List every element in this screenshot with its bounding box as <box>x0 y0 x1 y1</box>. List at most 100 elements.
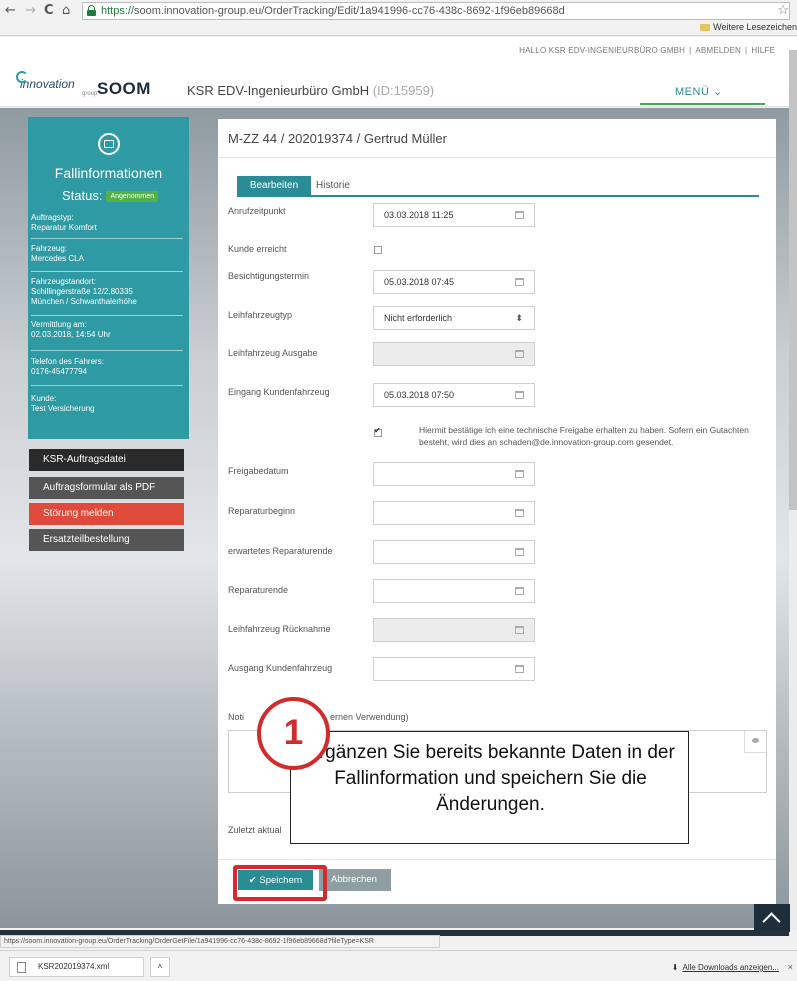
vehicle-arrival-label: Eingang Kundenfahrzeug <box>228 387 330 397</box>
calendar-icon[interactable] <box>515 548 524 556</box>
report-issue-button[interactable]: Störung melden <box>29 503 184 525</box>
calendar-icon[interactable] <box>515 391 524 399</box>
file-icon <box>17 962 26 973</box>
select-caret-icon: ⬍ <box>515 313 523 323</box>
loan-car-type-select[interactable]: Nicht erforderlich ⬍ <box>373 306 535 330</box>
notes-label-start: Noti <box>228 712 245 722</box>
repair-end-field[interactable] <box>373 579 535 603</box>
calendar-icon[interactable] <box>515 470 524 478</box>
status-bar-url: https://soom.innovation-group.eu/OrderTr… <box>0 935 440 948</box>
technical-release-text: Hiermit bestätige ich eine technische Fr… <box>419 425 749 447</box>
notes-label-end: ernen Verwendung) <box>330 712 409 722</box>
divider <box>31 315 183 316</box>
call-time-label: Anrufzeitpunkt <box>228 206 286 216</box>
expected-repair-end-label: erwartetes Reparaturende <box>228 546 333 556</box>
info-driver-phone: Telefon des Fahrers: 0176-45477794 <box>31 357 104 376</box>
call-time-field[interactable]: 03.03.2018 11:25 <box>373 203 535 227</box>
cancel-button[interactable]: Abbrechen <box>319 869 391 891</box>
logo-swirl-icon <box>16 71 28 83</box>
status-badge: Angenommen <box>106 191 159 203</box>
calendar-icon[interactable] <box>515 509 524 517</box>
loan-car-type-label: Leihfahrzeugtyp <box>228 310 293 320</box>
back-to-top-button[interactable] <box>754 904 790 932</box>
help-link[interactable]: HILFE <box>747 46 779 55</box>
customer-reached-label: Kunde erreicht <box>228 244 287 254</box>
last-updated-label: Zuletzt aktual <box>228 825 282 835</box>
repair-end-label: Reparaturende <box>228 585 289 595</box>
info-order-type: Auftragstyp: Reparatur Komfort <box>31 213 97 232</box>
page-title: M-ZZ 44 / 202019374 / Gertrud Müller <box>228 131 447 146</box>
menu-button[interactable]: MENÜ ⌄ <box>675 85 723 98</box>
release-date-field[interactable] <box>373 462 535 486</box>
vehicle-departure-label: Ausgang Kundenfahrzeug <box>228 663 333 673</box>
panel-title: Fallinformationen <box>54 165 163 181</box>
innovation-logo[interactable]: innovation group <box>16 71 97 97</box>
forward-button[interactable]: → <box>25 3 36 18</box>
lock-icon <box>87 5 96 16</box>
show-all-downloads-link[interactable]: ⬇ Alle Downloads anzeigen... <box>672 963 779 972</box>
save-highlight-frame <box>233 865 327 901</box>
vehicle-arrival-field[interactable]: 05.03.2018 07:50 <box>373 383 535 407</box>
download-bar: KSR202019374.xml ˄ ⬇ Alle Downloads anzei… <box>0 950 797 981</box>
calendar-icon <box>98 133 120 155</box>
info-customer: Kunde: Test Versicherung <box>31 394 95 413</box>
spare-parts-order-button[interactable]: Ersatzteilbestellung <box>29 529 184 551</box>
company-name: KSR EDV-Ingenieurbüro GmbH (ID:15959) <box>187 83 435 98</box>
download-item[interactable]: KSR202019374.xml ˄ <box>9 957 170 977</box>
tab-history[interactable]: Historie <box>316 180 350 191</box>
divider <box>31 385 183 386</box>
bookmark-star-icon[interactable]: ☆ <box>777 2 789 18</box>
home-button[interactable]: ⌂ <box>62 3 70 18</box>
app-header: HALLO KSR EDV-INGENIEURBÜRO GMBH | ABMELDE… <box>0 37 797 107</box>
technical-release-checkbox[interactable] <box>374 426 382 437</box>
customer-reached-checkbox[interactable] <box>374 246 382 254</box>
expected-repair-end-field[interactable] <box>373 540 535 564</box>
repair-start-label: Reparaturbeginn <box>228 506 296 516</box>
url-scheme: https:// <box>101 5 135 17</box>
calendar-icon <box>515 350 524 358</box>
download-menu-button[interactable]: ˄ <box>150 957 170 977</box>
divider <box>218 157 776 158</box>
instruction-text: Ergänzen Sie bereits bekannte Daten in d… <box>306 742 675 815</box>
loan-car-issue-field <box>373 342 535 366</box>
reload-button[interactable]: C <box>44 3 54 18</box>
case-info-panel: Fallinformationen Status: Angenommen Auft… <box>28 117 189 439</box>
back-button[interactable]: ← <box>5 3 16 18</box>
loan-car-issue-label: Leihfahrzeug Ausgabe <box>228 348 318 358</box>
calendar-icon[interactable] <box>515 587 524 595</box>
folder-icon <box>700 24 711 32</box>
divider <box>31 271 183 272</box>
order-form-pdf-button[interactable]: Auftragsformular als PDF <box>29 477 184 499</box>
inspection-date-label: Besichtigungstermin <box>228 271 310 281</box>
tab-underline <box>237 195 759 197</box>
page-scrollbar-thumb[interactable] <box>789 50 797 510</box>
menu-underline <box>640 103 765 105</box>
app-name: SOOM <box>97 79 151 98</box>
info-vehicle: Fahrzeug: Mercedes CLA <box>31 244 84 263</box>
address-bar[interactable]: https://soom.innovation-group.eu/OrderTr… <box>82 2 790 20</box>
divider <box>218 859 776 860</box>
download-arrow-icon: ⬇ <box>671 963 679 972</box>
tab-edit[interactable]: Bearbeiten <box>237 176 311 196</box>
info-vehicle-location: Fahrzeugstandort: Schillingerstraße 12/2,… <box>31 277 137 306</box>
bookmark-folder[interactable]: Weitere Lesezeichen <box>700 22 797 32</box>
calendar-icon[interactable] <box>515 211 524 219</box>
calendar-icon[interactable] <box>515 665 524 673</box>
url-path: soom.innovation-group.eu/OrderTracking/E… <box>134 5 565 17</box>
user-greeting: HALLO KSR EDV-INGENIEURBÜRO GMBH <box>519 46 686 55</box>
company-id: (ID:15959) <box>372 83 435 98</box>
status-line: Status: Angenommen <box>62 188 159 203</box>
ksr-order-file-button[interactable]: KSR-Auftragsdatei <box>29 449 184 471</box>
calendar-icon <box>515 626 524 634</box>
instruction-callout: Ergänzen Sie bereits bekannte Daten in d… <box>290 731 689 844</box>
comment-icon <box>744 731 766 753</box>
calendar-icon[interactable] <box>515 278 524 286</box>
vehicle-departure-field[interactable] <box>373 657 535 681</box>
repair-start-field[interactable] <box>373 501 535 525</box>
logout-link[interactable]: ABMELDEN <box>691 46 745 55</box>
loan-car-return-field <box>373 618 535 642</box>
close-download-bar-button[interactable]: × <box>788 962 793 972</box>
inspection-date-field[interactable]: 05.03.2018 07:45 <box>373 270 535 294</box>
divider <box>31 238 183 239</box>
loan-car-return-label: Leihfahrzeug Rücknahme <box>228 624 331 634</box>
